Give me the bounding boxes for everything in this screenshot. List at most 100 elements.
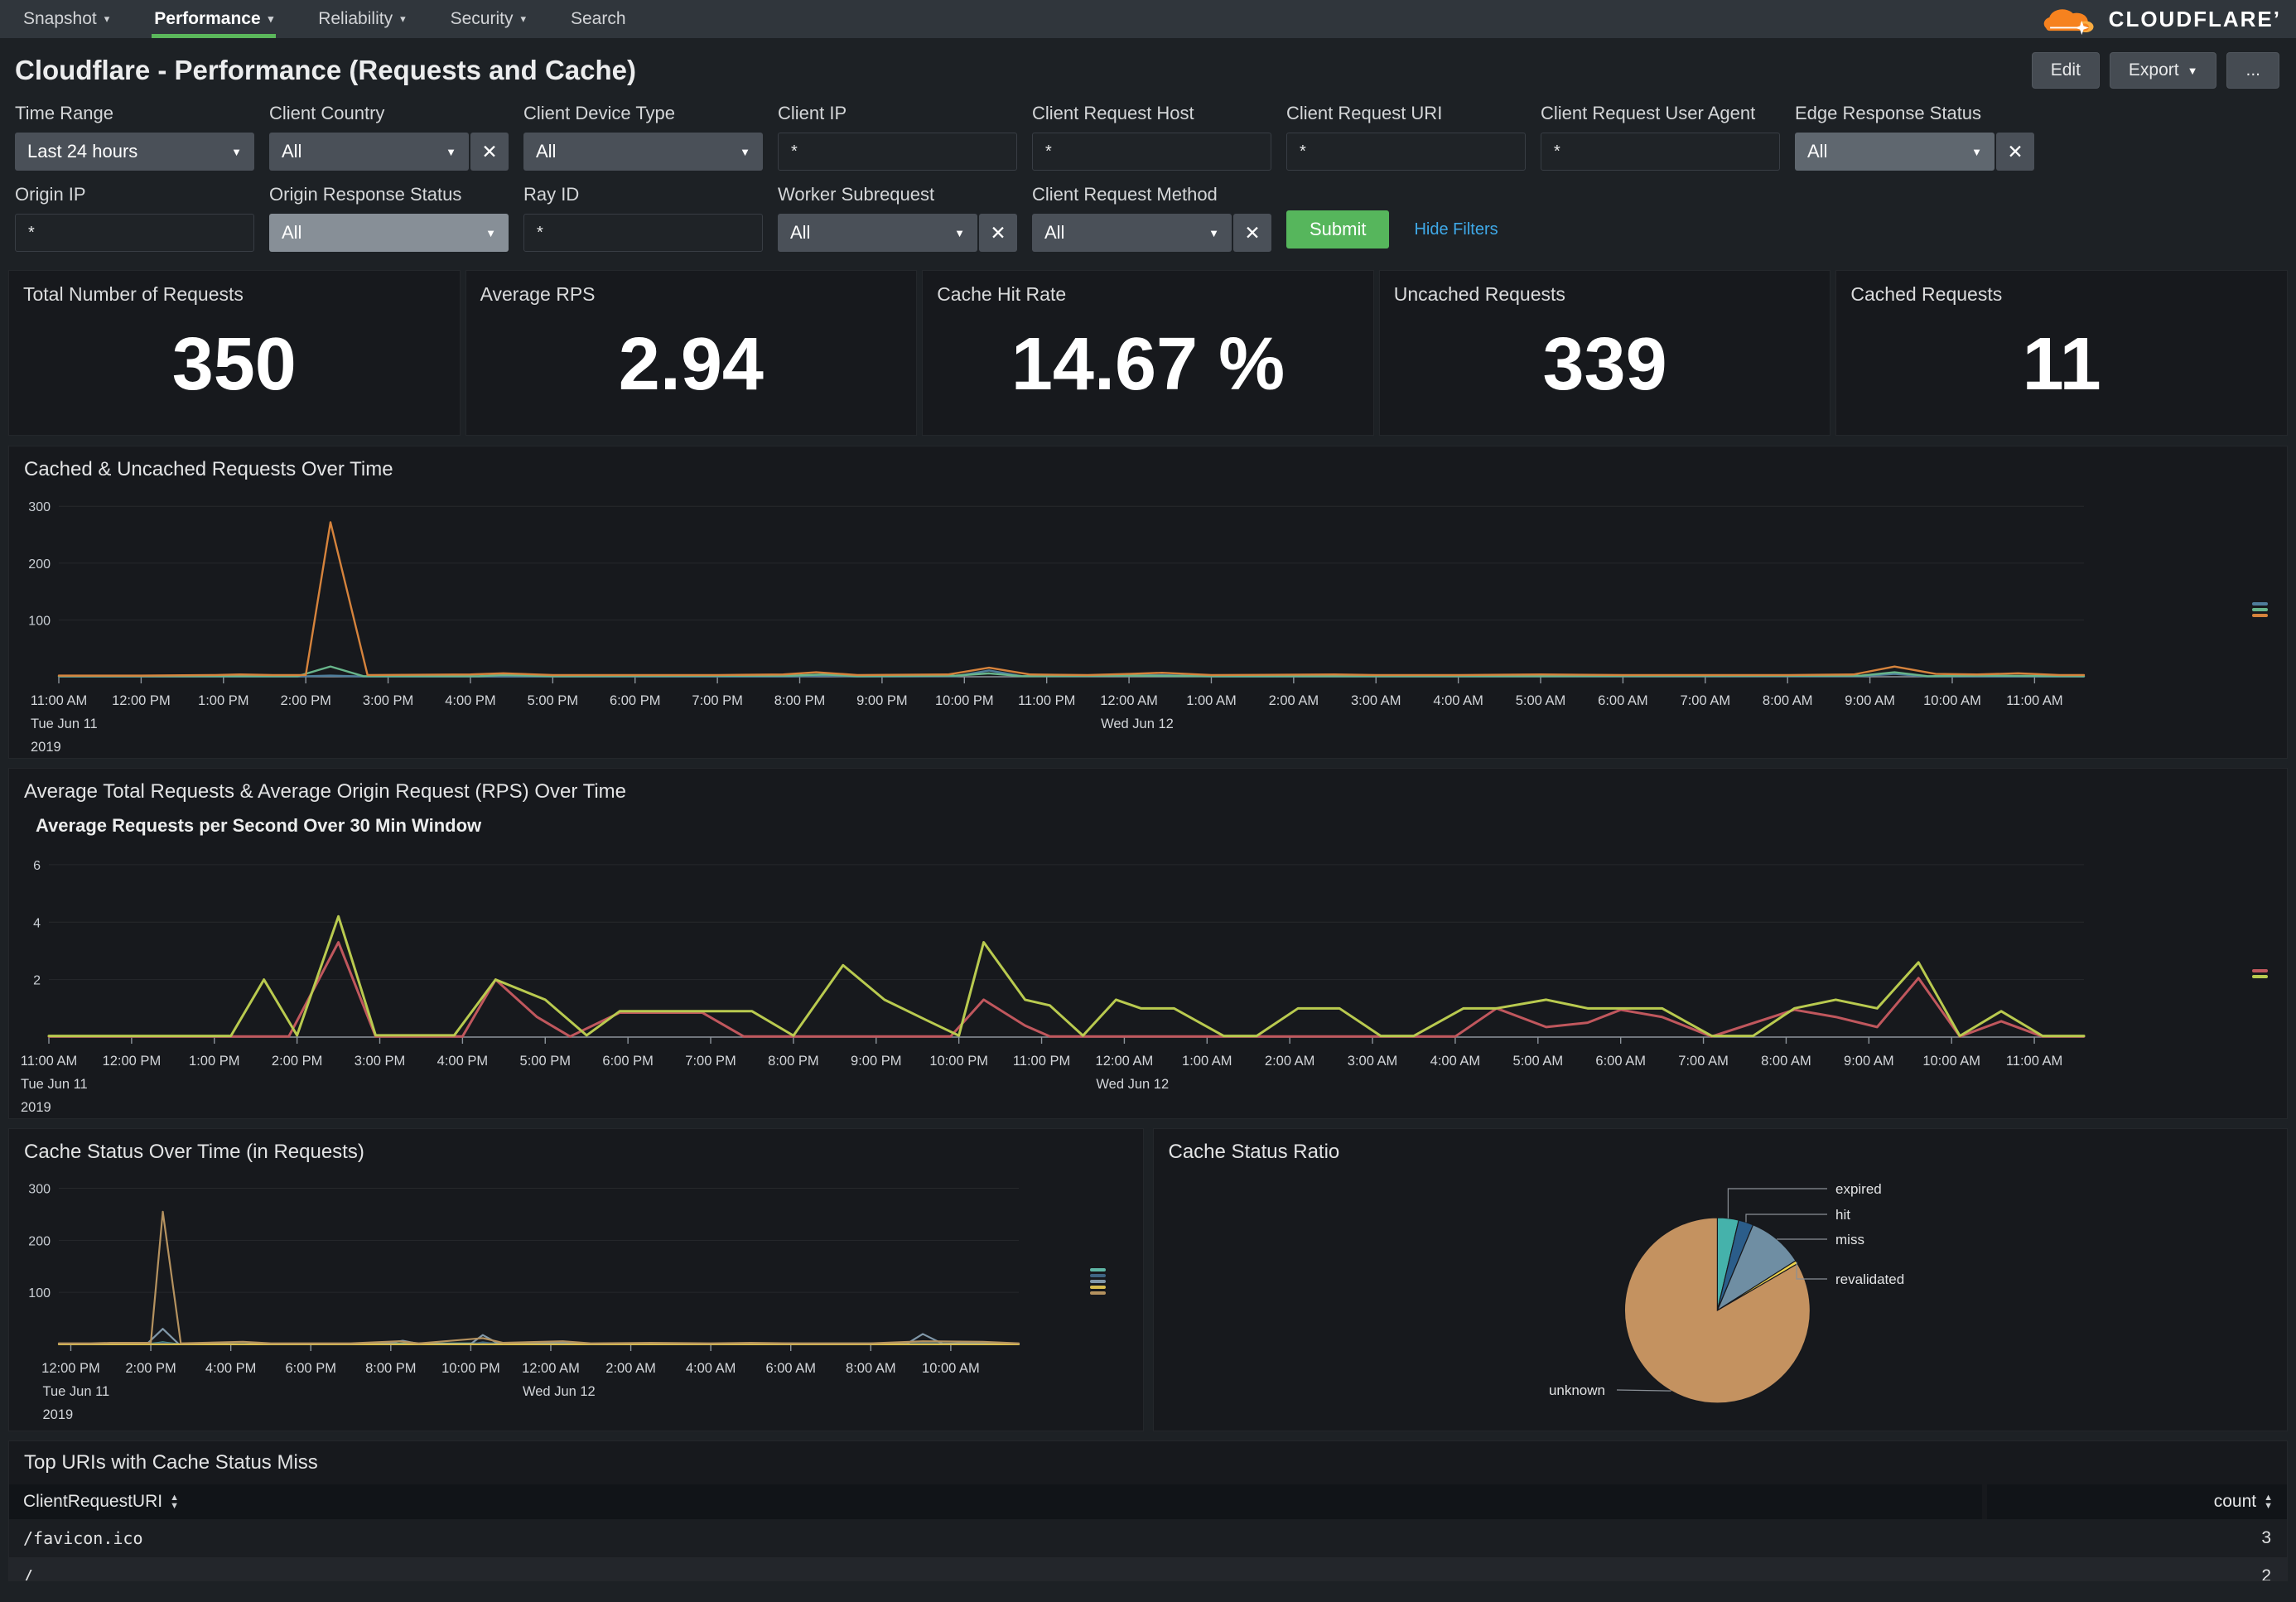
filter-select[interactable]: All▼ — [269, 214, 509, 252]
stat-panel-cache-hit-rate: Cache Hit Rate14.67 % — [922, 270, 1374, 436]
legend-item-miss[interactable] — [1090, 1280, 1112, 1283]
filter-select[interactable]: All▼ — [269, 133, 469, 171]
filter-select[interactable]: Last 24 hours▼ — [15, 133, 254, 171]
cache-status-ratio-pie[interactable]: expiredhitmissrevalidatedunknown — [1154, 1169, 2288, 1431]
filter-label: Client Device Type — [523, 103, 763, 124]
filter-worker-subrequest: Worker SubrequestAll▼✕ — [778, 184, 1017, 252]
legend-item-expired[interactable] — [1090, 1268, 1112, 1271]
requests-over-time-chart[interactable]: 10020030011:00 AMTue Jun 11201912:00 PM1… — [9, 486, 2287, 758]
filter-label: Time Range — [15, 103, 254, 124]
svg-text:6: 6 — [33, 859, 41, 873]
clear-filter-button[interactable]: ✕ — [979, 214, 1017, 252]
svg-text:2:00 PM: 2:00 PM — [280, 693, 330, 708]
nav-item-label: Security — [451, 9, 514, 29]
filter-select[interactable]: All▼ — [523, 133, 763, 171]
filter-input[interactable]: * — [778, 133, 1017, 171]
svg-text:12:00 AM: 12:00 AM — [522, 1361, 580, 1376]
legend-swatch — [1090, 1274, 1106, 1277]
svg-text:300: 300 — [28, 1183, 51, 1197]
nav-item-search[interactable]: Search — [548, 0, 649, 38]
svg-text:5:00 AM: 5:00 AM — [1513, 1054, 1564, 1069]
svg-text:10:00 AM: 10:00 AM — [1922, 1054, 1980, 1069]
filter-select[interactable]: All▼ — [778, 214, 977, 252]
svg-text:1:00 AM: 1:00 AM — [1186, 693, 1237, 708]
more-button[interactable]: ... — [2226, 52, 2279, 89]
chart-plot-area[interactable]: 10020030012:00 PMTue Jun 1120192:00 PM4:… — [9, 1169, 1143, 1431]
svg-text:9:00 AM: 9:00 AM — [1844, 1054, 1894, 1069]
svg-text:8:00 AM: 8:00 AM — [1763, 693, 1813, 708]
filter-select[interactable]: All▼ — [1795, 133, 1995, 171]
legend-item-revalidated[interactable] — [1090, 1286, 1112, 1289]
legend-item-avg_total_requests[interactable] — [2252, 975, 2274, 978]
filter-input[interactable]: * — [15, 214, 254, 252]
legend-item-cached_requests[interactable] — [2252, 602, 2274, 606]
filter-input[interactable]: * — [1541, 133, 1780, 171]
filter-input[interactable]: * — [523, 214, 763, 252]
select-value: All — [790, 222, 810, 244]
filter-section: Time Range Last 24 hours▼ Client Country Al… — [0, 93, 2296, 265]
chevron-down-icon: ▼ — [1208, 227, 1219, 239]
clear-filter-button[interactable]: ✕ — [1996, 133, 2034, 171]
nav-item-snapshot[interactable]: Snapshot▾ — [15, 0, 132, 38]
column-header-label: ClientRequestURI — [23, 1492, 162, 1512]
stat-panel-cached-requests: Cached Requests11 — [1835, 270, 2288, 436]
filter-select[interactable]: All▼ — [1032, 214, 1232, 252]
column-header-clientrequesturi[interactable]: ClientRequestURI ▲▼ — [9, 1484, 1982, 1519]
edit-button[interactable]: Edit — [2032, 52, 2100, 89]
legend-item-uncached_requests[interactable] — [2252, 608, 2274, 611]
series-total_requests — [59, 522, 2084, 675]
average-rps-chart[interactable]: 24611:00 AMTue Jun 11201912:00 PM1:00 PM… — [9, 842, 2287, 1118]
svg-text:2:00 AM: 2:00 AM — [1265, 1054, 1315, 1069]
svg-text:9:00 PM: 9:00 PM — [851, 1054, 901, 1069]
svg-text:2:00 AM: 2:00 AM — [1269, 693, 1319, 708]
cell-count: 3 — [1987, 1528, 2287, 1548]
svg-text:3:00 PM: 3:00 PM — [355, 1054, 405, 1069]
legend-item-avg_origin_requests[interactable] — [2252, 969, 2274, 972]
svg-text:7:00 PM: 7:00 PM — [685, 1054, 736, 1069]
filter-label: Client Request URI — [1286, 103, 1526, 124]
stat-panel-uncached-requests: Uncached Requests339 — [1379, 270, 1831, 436]
svg-text:12:00 PM: 12:00 PM — [103, 1054, 162, 1069]
legend-item-total_requests[interactable] — [2252, 614, 2274, 617]
export-button[interactable]: Export▼ — [2110, 52, 2217, 89]
nav-item-security[interactable]: Security ▾ — [428, 0, 548, 38]
input-value: * — [1300, 142, 1306, 162]
svg-text:6:00 AM: 6:00 AM — [1595, 1054, 1646, 1069]
pie-plot-area[interactable]: expiredhitmissrevalidatedunknown — [1154, 1169, 2288, 1431]
cache-status-chart[interactable]: 10020030012:00 PMTue Jun 1120192:00 PM4:… — [9, 1169, 1143, 1431]
pie-label-unknown: unknown — [1548, 1382, 1604, 1398]
nav-item-performance[interactable]: Performance▾ — [132, 0, 296, 38]
chart-plot-area[interactable]: 10020030011:00 AMTue Jun 11201912:00 PM1… — [9, 486, 2287, 758]
pie-callout-line — [1617, 1390, 1671, 1391]
nav-item-label: Search — [571, 9, 626, 29]
filter-control: * — [1286, 133, 1526, 171]
legend-swatch — [1090, 1280, 1106, 1283]
filter-label: Client Country — [269, 103, 509, 124]
column-header-count[interactable]: count ▲▼ — [1987, 1484, 2287, 1519]
svg-text:2: 2 — [33, 974, 41, 988]
nav-item-reliability[interactable]: Reliability▾ — [296, 0, 427, 38]
svg-text:7:00 AM: 7:00 AM — [1678, 1054, 1729, 1069]
chart-plot-area[interactable]: 24611:00 AMTue Jun 11201912:00 PM1:00 PM… — [9, 842, 2287, 1118]
clear-filter-button[interactable]: ✕ — [1233, 214, 1271, 252]
filter-ray-id: Ray ID* — [523, 184, 763, 252]
panel-title: Cached & Uncached Requests Over Time — [9, 446, 2287, 483]
svg-text:5:00 PM: 5:00 PM — [520, 1054, 571, 1069]
filter-label: Edge Response Status — [1795, 103, 2034, 124]
cloudflare-logo[interactable]: CLOUDFLARE’ — [2041, 0, 2281, 38]
clear-filter-button[interactable]: ✕ — [470, 133, 509, 171]
chevron-down-icon: ▾ — [520, 12, 526, 26]
filter-client-request-host: Client Request Host* — [1032, 103, 1271, 171]
title-bar: Cloudflare - Performance (Requests and C… — [0, 38, 2296, 93]
filter-input[interactable]: * — [1286, 133, 1526, 171]
filter-input[interactable]: * — [1032, 133, 1271, 171]
legend-item-unknown[interactable] — [1090, 1291, 1112, 1295]
submit-button[interactable]: Submit — [1286, 210, 1389, 249]
svg-text:1:00 AM: 1:00 AM — [1182, 1054, 1232, 1069]
legend-item-hit[interactable] — [1090, 1274, 1112, 1277]
svg-text:12:00 PM: 12:00 PM — [112, 693, 171, 708]
legend-swatch — [2252, 969, 2268, 972]
filter-row-2: Origin IP*Origin Response StatusAll▼Ray … — [15, 184, 2281, 265]
chevron-down-icon: ▾ — [268, 12, 274, 26]
hide-filters-link[interactable]: Hide Filters — [1414, 220, 1498, 239]
